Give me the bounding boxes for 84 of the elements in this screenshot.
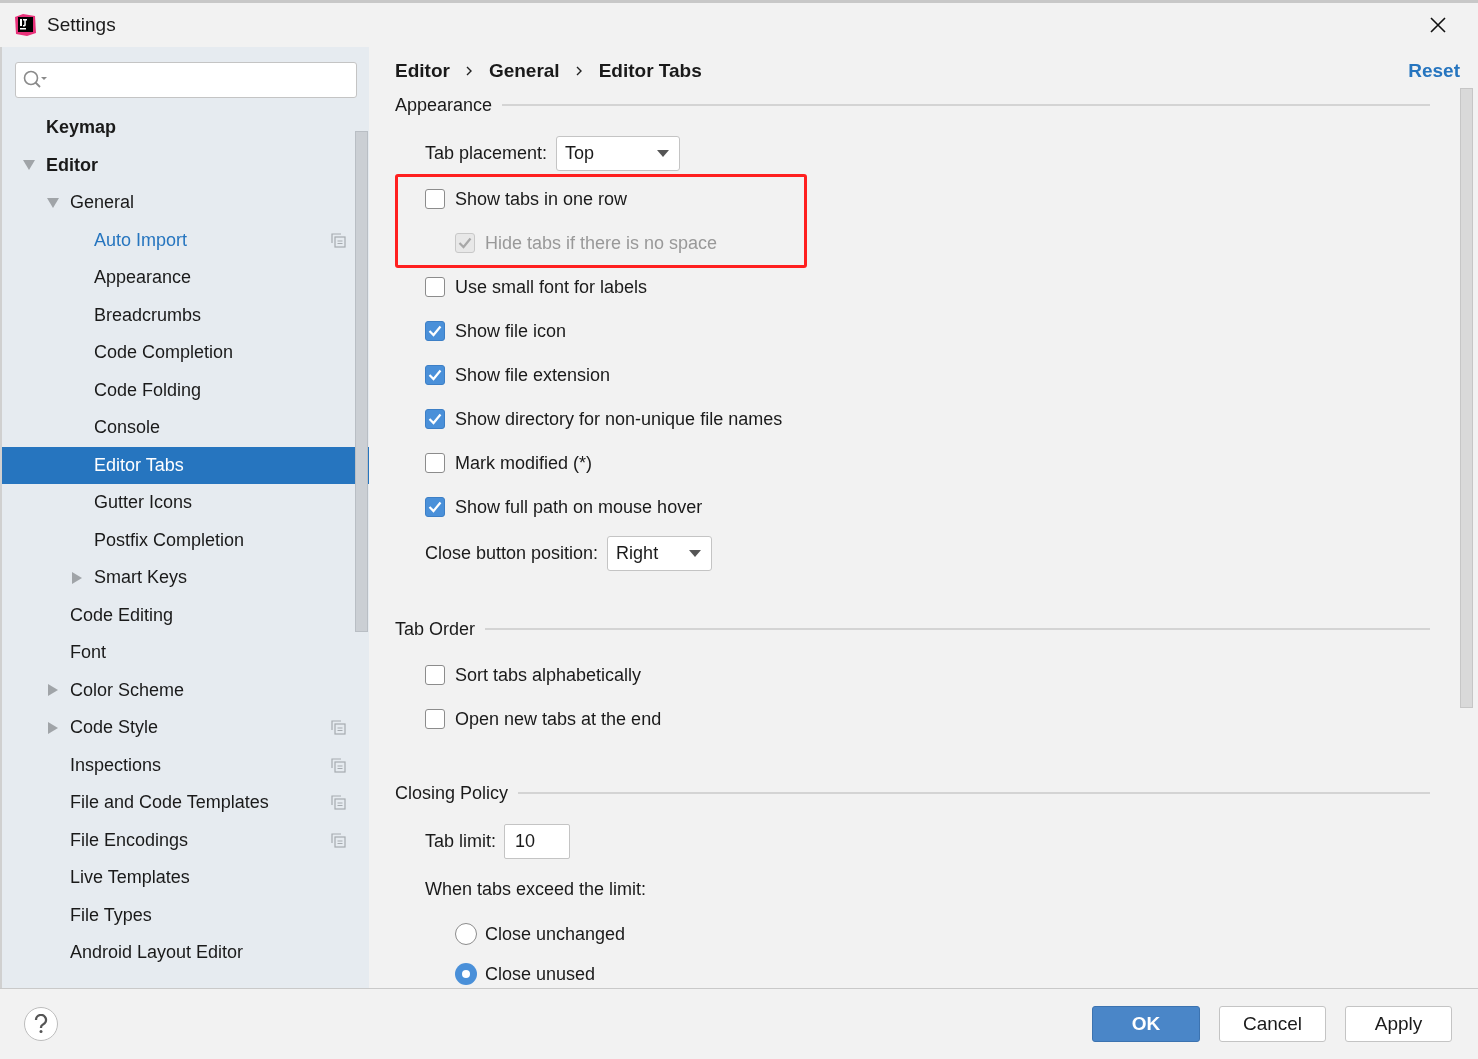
checkbox[interactable] [425,453,445,473]
tree-item[interactable]: Android Layout Editor [2,934,369,972]
checkbox[interactable] [425,409,445,429]
breadcrumb[interactable]: General [488,56,560,86]
chevron-icon [575,66,583,76]
section-title: Tab Order [395,617,476,641]
dropdown-arrow-icon [657,149,670,157]
tree-item[interactable]: Appearance [2,259,369,297]
tree-item[interactable]: Auto Import [2,221,369,259]
check-icon [428,413,442,425]
radio-button[interactable] [455,963,477,985]
tree-item[interactable]: Editor Tabs [2,446,369,484]
search-field[interactable] [15,62,357,98]
check-icon [458,237,472,249]
tree-item[interactable]: Editor [2,146,369,184]
checkbox-label: Hide tabs if there is no space [485,231,718,255]
field-label: Tab placement: [425,141,548,165]
tree-item[interactable]: Code Style [2,709,369,747]
window-title: Settings [47,12,116,37]
collapse-arrow-icon[interactable] [47,196,59,209]
checkbox-label: Mark modified (*) [455,451,593,475]
checkbox[interactable] [425,277,445,297]
app-logo-icon [13,13,37,37]
collapse-arrow-icon[interactable] [23,159,35,172]
tree-item[interactable]: Gutter Icons [2,484,369,522]
dropdown[interactable]: Top [556,135,681,171]
radio-label: Close unchanged [485,922,626,946]
number-field[interactable]: 10 [504,823,570,859]
field-label: Tab limit: [425,829,496,853]
dropdown-arrow-icon [689,549,702,557]
tree-item[interactable]: Code Folding [2,371,369,409]
reset-link[interactable]: Reset [1408,56,1460,86]
check-icon [428,501,442,513]
tree-item[interactable]: Inspections [2,746,369,784]
checkbox-label: Show full path on mouse hover [455,495,703,519]
tree-item[interactable]: Postfix Completion [2,521,369,559]
tree-item[interactable]: General [2,184,369,222]
help-button[interactable] [24,1007,58,1041]
checkbox-label: Use small font for labels [455,275,648,299]
tree-item[interactable]: Code Editing [2,596,369,634]
dialog-button[interactable]: OK [1092,1006,1200,1042]
scrollbar[interactable] [1460,88,1473,708]
scrollbar[interactable] [355,131,368,632]
expand-arrow-icon[interactable] [71,571,83,584]
radio-button[interactable] [455,923,477,945]
tree-item[interactable]: Smart Keys [2,559,369,597]
dialog-button[interactable]: Cancel [1219,1006,1326,1042]
tree-item[interactable]: Color Scheme [2,671,369,709]
radio-label: Close unused [485,962,596,986]
tree-item[interactable]: File Types [2,896,369,934]
section-title: Closing Policy [395,781,509,805]
expand-arrow-icon[interactable] [47,721,59,734]
checkbox-label: Show file icon [455,319,567,343]
checkbox[interactable] [425,189,445,209]
help-icon [34,1014,48,1034]
check-icon [428,369,442,381]
checkbox-label: Show directory for non-unique file names [455,407,783,431]
tree-item[interactable]: Code Completion [2,334,369,372]
dropdown[interactable]: Right [607,535,713,571]
option-label: When tabs exceed the limit: [425,878,647,901]
checkbox[interactable] [425,321,445,341]
checkbox[interactable] [425,497,445,517]
checkbox[interactable] [425,365,445,385]
expand-arrow-icon[interactable] [47,684,59,697]
section-title: Appearance [395,93,493,117]
breadcrumb[interactable]: Editor [395,56,450,86]
tree-item[interactable]: File and Code Templates [2,784,369,822]
checkbox-label: Show tabs in one row [455,187,628,211]
tree-item[interactable]: File Encodings [2,821,369,859]
check-icon [428,325,442,337]
checkbox[interactable] [425,709,445,729]
breadcrumb[interactable]: Editor Tabs [598,56,702,86]
tree-item[interactable]: Breadcrumbs [2,296,369,334]
checkbox-label: Show file extension [455,363,611,387]
checkbox-label: Open new tabs at the end [455,707,662,731]
tree-item[interactable]: Live Templates [2,859,369,897]
tree-item[interactable]: Font [2,634,369,672]
checkbox[interactable] [425,665,445,685]
tree-item[interactable]: Keymap [2,109,369,147]
checkbox-label: Sort tabs alphabetically [455,663,642,687]
tree-item[interactable]: Console [2,409,369,447]
field-label: Close button position: [425,541,599,565]
dialog-button[interactable]: Apply [1345,1006,1452,1042]
chevron-icon [465,66,473,76]
